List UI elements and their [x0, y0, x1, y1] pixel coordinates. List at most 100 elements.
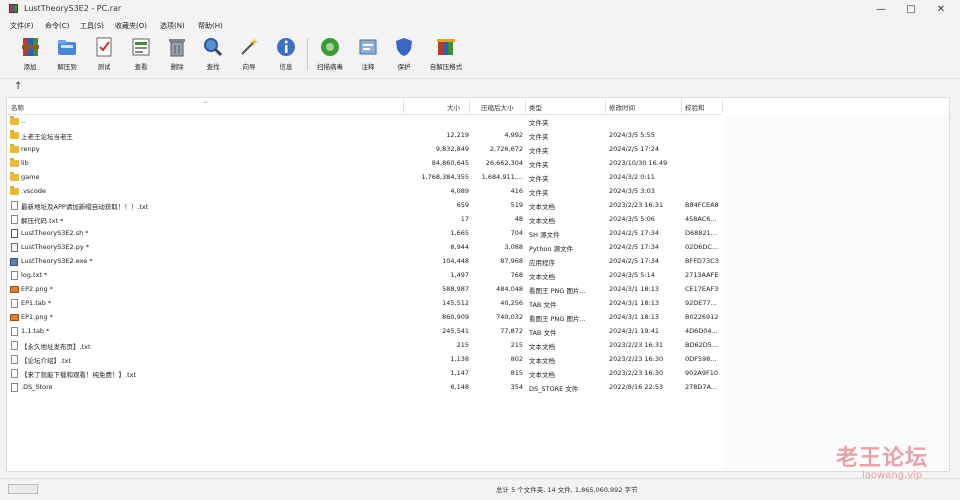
extract-to-icon	[58, 40, 76, 55]
column-modified[interactable]: 修改时间	[609, 102, 635, 112]
cell-name: LustTheoryS3E2.exe *	[21, 257, 93, 265]
folder-icon	[10, 186, 19, 195]
cell-type: 看图王 PNG 图片...	[529, 315, 586, 323]
cell-size: 1,665	[450, 229, 469, 237]
cell-size: 1,138	[450, 355, 469, 363]
scan-virus-button[interactable]: 扫描病毒	[312, 36, 348, 76]
file-row[interactable]: 上老王论坛当老王 12,219 4,992 文件夹 2024/3/5 5:55	[7, 129, 723, 143]
cell-type: 文本文档	[529, 357, 555, 365]
cell-crc: BD62D5...	[685, 341, 719, 349]
view-button[interactable]: 查看	[123, 36, 159, 76]
file-row[interactable]: 解压代码.txt * 17 48 文本文档 2024/3/5 5:06 458AC6...	[7, 213, 723, 227]
menu-file[interactable]: 文件(F)	[10, 21, 34, 31]
file-row[interactable]: renpy 9,832,849 2,726,672 文件夹 2024/2/5 17:24	[7, 143, 723, 157]
menu-help[interactable]: 帮助(H)	[198, 21, 223, 31]
cell-crc: 902A9F10	[685, 369, 718, 377]
info-button[interactable]: 信息	[268, 36, 304, 76]
file-row[interactable]: game 1,768,384,355 1,684,911,... 文件夹 2024/3/…	[7, 171, 723, 185]
cell-name: EP2.png *	[21, 285, 53, 293]
column-divider[interactable]	[525, 99, 526, 113]
up-one-level-button[interactable]: ↑	[14, 81, 22, 92]
file-row[interactable]: lib 84,860,645 26,662,304 文件夹 2023/10/30 16:…	[7, 157, 723, 171]
wizard-button[interactable]: 向导	[231, 36, 267, 76]
file-row[interactable]: log.txt * 1,497 768 文本文档 2024/3/5 5:14 2713AA…	[7, 269, 723, 283]
cell-modified: 2024/3/5 3:03	[609, 187, 655, 195]
close-button[interactable]: ✕	[926, 0, 956, 19]
sfx-button[interactable]: 自解压格式	[428, 36, 464, 76]
comment-button[interactable]: 注释	[350, 36, 386, 76]
column-crc[interactable]: 校验和	[685, 102, 705, 112]
cell-type: 看图王 PNG 图片...	[529, 287, 586, 295]
find-icon	[204, 38, 223, 57]
cell-size: 1,768,384,355	[421, 173, 469, 181]
column-divider[interactable]	[722, 99, 723, 113]
menu-commands[interactable]: 命令(C)	[45, 21, 69, 31]
cell-type: TAB 文件	[529, 329, 557, 337]
cell-size: 4,089	[450, 187, 469, 195]
add-button[interactable]: 添加	[12, 36, 48, 76]
file-row[interactable]: 【来了就能下载和观看！纯免费！】.txt 1,147 815 文本文档 2023/2/2…	[7, 367, 723, 381]
add-archive-icon	[22, 38, 39, 56]
scan-virus-icon	[321, 38, 339, 56]
find-button[interactable]: 查找	[195, 36, 231, 76]
menu-favorites[interactable]: 收藏夹(O)	[115, 21, 147, 31]
folder-icon	[10, 116, 19, 125]
cell-packed: 4,992	[504, 131, 523, 139]
file-row[interactable]: LustTheoryS3E2.sh * 1,665 704 SH 源文件 2024/2/…	[7, 227, 723, 241]
file-row[interactable]: 【永久地址发布页】.txt 215 215 文本文档 2023/2/23 16:31 BD…	[7, 339, 723, 353]
file-row[interactable]: .DS_Store 6,148 354 DS_STORE 文件 2022/8/16 22…	[7, 381, 723, 395]
menu-tools[interactable]: 工具(S)	[80, 21, 104, 31]
extract-to-button[interactable]: 解压到	[49, 36, 85, 76]
cell-packed: 416	[510, 187, 523, 195]
cell-name: ..	[21, 117, 26, 125]
cell-packed: 704	[510, 229, 523, 237]
cell-crc: 2713AAFE	[685, 271, 719, 279]
file-row[interactable]: LustTheoryS3E2.py * 8,944 3,088 Python 源文件 2…	[7, 241, 723, 255]
python-file-icon	[11, 243, 18, 252]
cell-size: 104,448	[442, 257, 469, 265]
column-name[interactable]: 名称	[11, 102, 24, 112]
file-row[interactable]: 【论坛介绍】.txt 1,138 802 文本文档 2023/2/23 16:30 0DF…	[7, 353, 723, 367]
file-row[interactable]: EP1.png * 860,909 740,032 看图王 PNG 图片... 2024…	[7, 311, 723, 325]
column-packed[interactable]: 压缩后大小	[481, 102, 514, 112]
cell-type: 文件夹	[529, 189, 549, 197]
cell-name: 【永久地址发布页】.txt	[21, 343, 91, 351]
protect-button[interactable]: 保护	[386, 36, 422, 76]
file-list[interactable]: 名称 ⌃ 大小 压缩后大小 类型 修改时间 校验和 .. 文件夹 上老王论坛当老王 1…	[6, 97, 950, 472]
column-divider[interactable]	[681, 99, 682, 113]
delete-icon	[169, 39, 185, 57]
cell-packed: 815	[510, 369, 523, 377]
file-row[interactable]: 最新地址及APP请加新帽自动获取！！！.txt 659 519 文本文档 2023/2/…	[7, 199, 723, 213]
cell-modified: 2024/3/1 19:41	[609, 327, 659, 335]
cell-name: 最新地址及APP请加新帽自动获取！！！.txt	[21, 203, 149, 211]
file-row[interactable]: LustTheoryS3E2.exe * 104,448 87,968 应用程序 202…	[7, 255, 723, 269]
file-row[interactable]: 1.1.tab * 245,541 77,872 TAB 文件 2024/3/1 19:…	[7, 325, 723, 339]
sort-caret-icon: ⌃	[203, 101, 209, 108]
cell-name: renpy	[21, 145, 40, 153]
cell-type: DS_STORE 文件	[529, 385, 579, 393]
delete-button[interactable]: 删除	[159, 36, 195, 76]
column-size[interactable]: 大小	[447, 102, 460, 112]
drive-indicator-icon	[8, 484, 38, 494]
maximize-button[interactable]: □	[896, 0, 926, 19]
file-row[interactable]: EP1.tab * 145,512 40,256 TAB 文件 2024/3/1 18:…	[7, 297, 723, 311]
file-row[interactable]: EP2.png * 588,987 484,048 看图王 PNG 图片... 2024…	[7, 283, 723, 297]
list-empty-area	[723, 115, 949, 470]
minimize-button[interactable]: —	[866, 0, 896, 19]
comment-icon	[359, 39, 377, 55]
test-button[interactable]: 测试	[86, 36, 122, 76]
column-divider[interactable]	[403, 99, 404, 113]
cell-packed: 48	[514, 215, 523, 223]
text-file-icon	[11, 215, 18, 224]
cell-name: LustTheoryS3E2.py *	[21, 243, 90, 251]
menu-options[interactable]: 选项(N)	[160, 21, 185, 31]
column-divider[interactable]	[605, 99, 606, 113]
file-row[interactable]: .. 文件夹	[7, 115, 723, 129]
cell-size: 215	[456, 341, 469, 349]
file-row[interactable]: .vscode 4,089 416 文件夹 2024/3/5 3:03	[7, 185, 723, 199]
column-divider[interactable]	[469, 99, 470, 113]
text-file-icon	[11, 383, 18, 392]
cell-type: 文本文档	[529, 217, 555, 225]
column-type[interactable]: 类型	[529, 102, 542, 112]
cell-type: SH 源文件	[529, 231, 560, 239]
